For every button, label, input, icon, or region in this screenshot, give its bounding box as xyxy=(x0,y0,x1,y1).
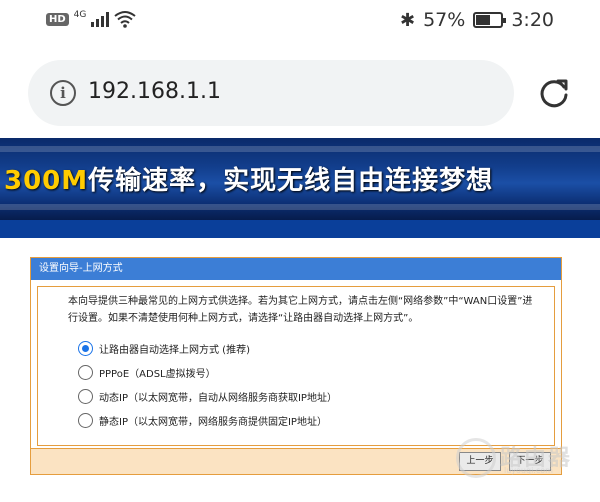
option-static-ip-label: 静态IP（以太网宽带，网络服务商提供固定IP地址） xyxy=(99,417,327,428)
clock: 3:20 xyxy=(511,9,554,31)
bluetooth-icon: ✱ xyxy=(400,9,416,31)
radio-static-ip[interactable] xyxy=(78,413,93,428)
banner-slogan: 传输速率，实现无线自由连接梦想 xyxy=(88,166,494,196)
network-type: 4G xyxy=(73,10,87,20)
battery-percent: 57% xyxy=(423,9,466,31)
info-icon[interactable]: i xyxy=(50,80,76,106)
panel-title: 设置向导-上网方式 xyxy=(31,258,561,280)
router-banner: 300M传输速率，实现无线自由连接梦想 xyxy=(0,138,600,220)
status-bar: HD 4G ✱ 57% 3:20 xyxy=(0,0,600,44)
wifi-icon xyxy=(114,11,136,28)
reload-icon[interactable] xyxy=(536,74,572,110)
watermark-logo-icon xyxy=(456,438,496,478)
site-watermark: 路由器 luyouqi.com xyxy=(456,436,596,480)
option-dynamic-ip[interactable]: 动态IP（以太网宽带，自动从网络服务商获取IP地址） xyxy=(78,389,337,404)
watermark-subtext: luyouqi.com xyxy=(504,466,553,475)
address-bar[interactable]: i 192.168.1.1 xyxy=(28,60,514,126)
url-text[interactable]: 192.168.1.1 xyxy=(88,79,221,104)
banner-highlight: 300M xyxy=(4,166,89,196)
radio-dynamic-ip[interactable] xyxy=(78,389,93,404)
battery-icon xyxy=(473,12,507,28)
option-pppoe[interactable]: PPPoE（ADSL虚拟拨号） xyxy=(78,365,216,380)
radio-pppoe[interactable] xyxy=(78,365,93,380)
radio-auto[interactable] xyxy=(78,341,93,356)
status-left: HD 4G xyxy=(46,10,136,28)
option-static-ip[interactable]: 静态IP（以太网宽带，网络服务商提供固定IP地址） xyxy=(78,413,327,428)
hd-badge: HD xyxy=(46,12,69,26)
panel-body: 本向导提供三种最常见的上网方式供选择。若为其它上网方式，请点击左侧“网络参数”中… xyxy=(37,286,555,446)
wizard-intro-text: 本向导提供三种最常见的上网方式供选择。若为其它上网方式，请点击左侧“网络参数”中… xyxy=(68,296,533,324)
banner-bottom-strip xyxy=(0,220,600,238)
option-auto[interactable]: 让路由器自动选择上网方式 (推荐) xyxy=(78,341,250,356)
option-dynamic-ip-label: 动态IP（以太网宽带，自动从网络服务商获取IP地址） xyxy=(99,393,337,404)
signal-icon xyxy=(91,11,110,27)
banner-text: 300M传输速率，实现无线自由连接梦想 xyxy=(4,160,493,197)
option-pppoe-label: PPPoE（ADSL虚拟拨号） xyxy=(99,369,216,380)
status-right: ✱ 57% 3:20 xyxy=(400,9,554,31)
option-auto-label: 让路由器自动选择上网方式 (推荐) xyxy=(99,345,250,356)
